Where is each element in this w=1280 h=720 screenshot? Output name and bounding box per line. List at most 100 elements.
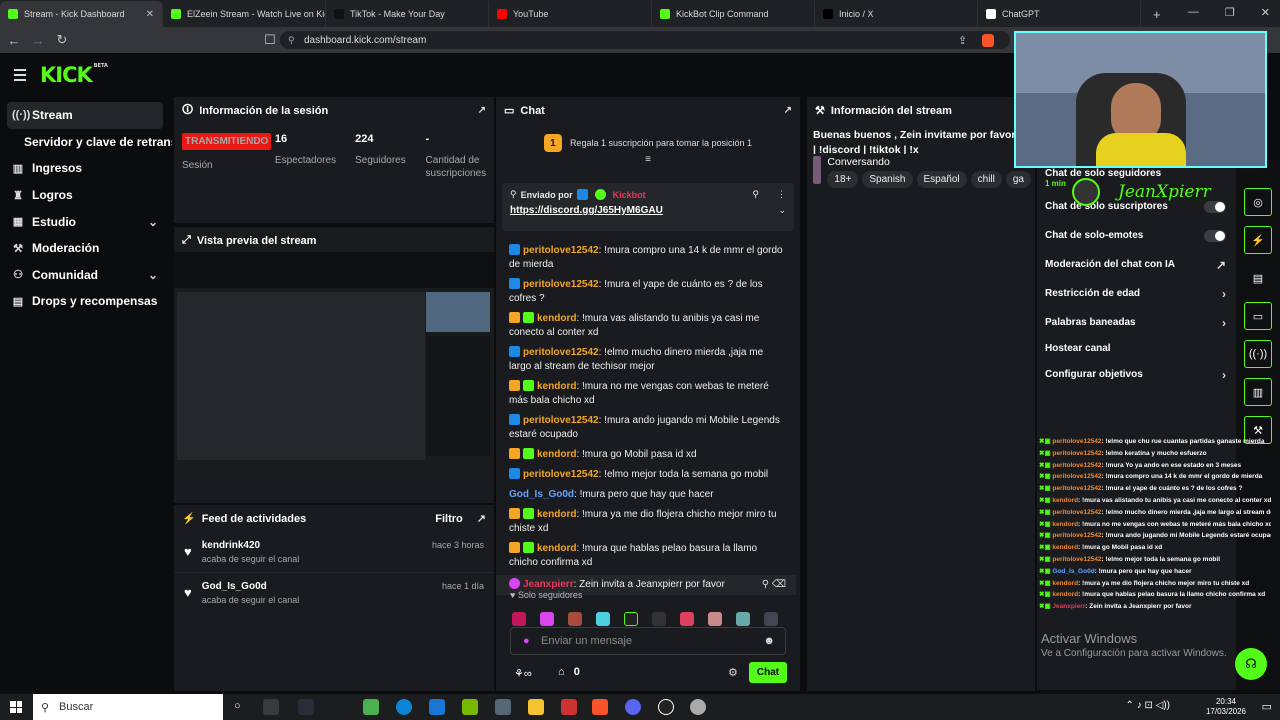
chat-username[interactable]: kendord xyxy=(537,543,576,554)
maximize-icon[interactable]: ❐ xyxy=(1225,6,1235,19)
task-view-icon[interactable]: ○ xyxy=(234,700,241,712)
reload-icon[interactable]: ↻ xyxy=(52,32,72,48)
mail-icon[interactable] xyxy=(429,699,445,715)
sidebar-item-ingresos[interactable]: ▥ Ingresos xyxy=(0,155,172,182)
minimize-icon[interactable]: — xyxy=(1188,6,1199,19)
browser-tab[interactable]: Inicio / X xyxy=(815,1,978,27)
new-tab-icon[interactable]: + xyxy=(1153,7,1161,22)
camera-icon[interactable]: ◎ xyxy=(1244,188,1272,216)
emote-icon[interactable] xyxy=(568,612,582,626)
forward-icon[interactable]: → xyxy=(28,33,48,48)
store-icon[interactable]: ▥ xyxy=(1244,378,1272,406)
pinned-user[interactable]: Kickbot xyxy=(613,190,646,200)
setting-host-channel[interactable]: Hostear canal xyxy=(1037,337,1236,360)
sidebar-item-stream[interactable]: ((·)) Stream xyxy=(7,102,163,129)
filter-button[interactable]: Filtro xyxy=(435,513,463,525)
more-icon[interactable]: ⋮ xyxy=(777,189,786,200)
pinned-link[interactable]: https://discord.gg/J65HyM6GAU xyxy=(510,205,663,216)
tag[interactable]: chill xyxy=(970,171,1002,188)
pin-icon[interactable]: ⚲ ⌫ xyxy=(762,578,786,592)
sidebar-item-moderacion[interactable]: ⚒ Moderación xyxy=(0,235,172,262)
sidebar-item-comunidad[interactable]: ⚇ Comunidad ⌄ xyxy=(0,262,172,289)
close-icon[interactable]: ✕ xyxy=(146,9,154,20)
browser-tab[interactable]: Stream - Kick Dashboard ✕ xyxy=(0,1,163,27)
obs-icon[interactable] xyxy=(658,699,674,715)
browser-tab[interactable]: KickBot Clip Command xyxy=(652,1,815,27)
settings-gear-icon[interactable]: ⚙ xyxy=(728,666,738,679)
share-icon[interactable]: ⇪ xyxy=(958,34,967,47)
emote-icon[interactable] xyxy=(596,612,610,626)
browser-tab[interactable]: ChatGPT xyxy=(978,1,1141,27)
send-chat-button[interactable]: Chat xyxy=(749,662,787,683)
folder-icon[interactable] xyxy=(528,699,544,715)
gift-counter[interactable]: ⌂ 0 xyxy=(558,666,580,678)
site-info-icon[interactable]: ⚲ xyxy=(288,35,295,46)
sidebar-item-server-key[interactable]: Servidor y clave de retransmisión xyxy=(0,129,172,156)
chat-username[interactable]: peritolove12542 xyxy=(523,415,599,426)
setting-emote-only[interactable]: Chat de solo-emotes xyxy=(1037,221,1236,250)
app-icon[interactable] xyxy=(298,699,314,715)
store-app-icon[interactable] xyxy=(363,699,379,715)
widgets-icon[interactable] xyxy=(263,699,279,715)
chat-username[interactable]: peritolove12542 xyxy=(523,245,599,256)
chevron-down-icon[interactable]: ⌄ xyxy=(778,205,786,216)
chat-username[interactable]: God_Is_Go0d xyxy=(509,489,574,500)
category-name[interactable]: Conversando xyxy=(827,156,1035,168)
emote-icon[interactable] xyxy=(540,612,554,626)
chat-username[interactable]: kendord xyxy=(537,313,576,324)
nvidia-icon[interactable] xyxy=(462,699,478,715)
app-icon[interactable] xyxy=(690,699,706,715)
message-icon[interactable]: ▭ xyxy=(1244,302,1272,330)
discord-icon[interactable] xyxy=(625,699,641,715)
toggle-switch[interactable] xyxy=(1204,229,1226,242)
popout-icon[interactable]: ↗ xyxy=(478,105,486,116)
chat-input[interactable]: ● Enviar un mensaje ☻ xyxy=(510,627,786,655)
popout-icon[interactable]: ↗ xyxy=(477,512,486,525)
menu-icon[interactable] xyxy=(14,69,26,84)
emote-icon[interactable] xyxy=(652,612,666,626)
browser-tab[interactable]: ElZeein Stream - Watch Live on Kick xyxy=(163,1,326,27)
emoji-icon[interactable]: ☻ xyxy=(763,635,775,647)
chat-username[interactable]: kendord xyxy=(537,449,576,460)
system-tray-icons[interactable]: ⌃ ♪ ⊡ ◁)) xyxy=(1126,700,1170,711)
emote-icon[interactable] xyxy=(708,612,722,626)
category-thumbnail[interactable] xyxy=(813,156,822,184)
broadcast-icon[interactable]: ((·)) xyxy=(1244,340,1272,368)
bookmark-icon[interactable]: ☐ xyxy=(260,32,280,48)
chat-username[interactable]: peritolove12542 xyxy=(523,347,599,358)
collapse-icon[interactable]: ≡ xyxy=(496,154,800,165)
browser-tab[interactable]: TikTok - Make Your Day xyxy=(326,1,489,27)
app-icon[interactable] xyxy=(495,699,511,715)
toggle-switch[interactable] xyxy=(1204,200,1226,213)
emote-icon[interactable] xyxy=(736,612,750,626)
setting-goals[interactable]: Configurar objetivos › xyxy=(1037,360,1236,389)
points-icon[interactable]: ⚘∞ xyxy=(514,667,532,680)
chat-username[interactable]: kendord xyxy=(537,381,576,392)
tag[interactable]: ga xyxy=(1005,171,1031,188)
feed-user[interactable]: God_Is_Go0d xyxy=(202,581,300,592)
sidebar-item-logros[interactable]: ♜ Logros xyxy=(0,182,172,209)
setting-ai-moderation[interactable]: Moderación del chat con IA ↗ xyxy=(1037,250,1236,279)
emote-icon[interactable] xyxy=(512,612,526,626)
taskbar-search[interactable]: ⚲ Buscar xyxy=(33,694,223,720)
brave-shield-icon[interactable] xyxy=(982,33,994,47)
document-icon[interactable]: ▤ xyxy=(1244,264,1272,292)
sidebar-item-drops[interactable]: ▤ Drops y recompensas xyxy=(0,288,172,315)
windows-start-icon[interactable] xyxy=(10,701,22,713)
app-icon[interactable] xyxy=(561,699,577,715)
tag[interactable]: 18+ xyxy=(827,171,859,188)
sidebar-item-estudio[interactable]: ▦ Estudio ⌄ xyxy=(0,208,172,235)
support-chat-icon[interactable]: ☊ xyxy=(1235,648,1267,680)
pin-icon[interactable]: ⚲ xyxy=(752,189,759,200)
chat-username[interactable]: peritolove12542 xyxy=(523,279,599,290)
taskbar-clock[interactable]: 20:34 17/03/2026 xyxy=(1206,697,1246,717)
kick-logo[interactable]: KICK BETA xyxy=(40,63,108,87)
tag[interactable]: Español xyxy=(916,171,967,188)
emote-icon[interactable] xyxy=(764,612,778,626)
setting-age-restriction[interactable]: Restricción de edad › xyxy=(1037,279,1236,308)
close-window-icon[interactable]: ✕ xyxy=(1261,6,1270,19)
url-field[interactable]: ⚲ dashboard.kick.com/stream xyxy=(280,31,1010,49)
browser-tab[interactable]: YouTube xyxy=(489,1,652,27)
notifications-icon[interactable]: ▭ xyxy=(1262,700,1272,713)
emote-icon[interactable] xyxy=(624,612,638,626)
